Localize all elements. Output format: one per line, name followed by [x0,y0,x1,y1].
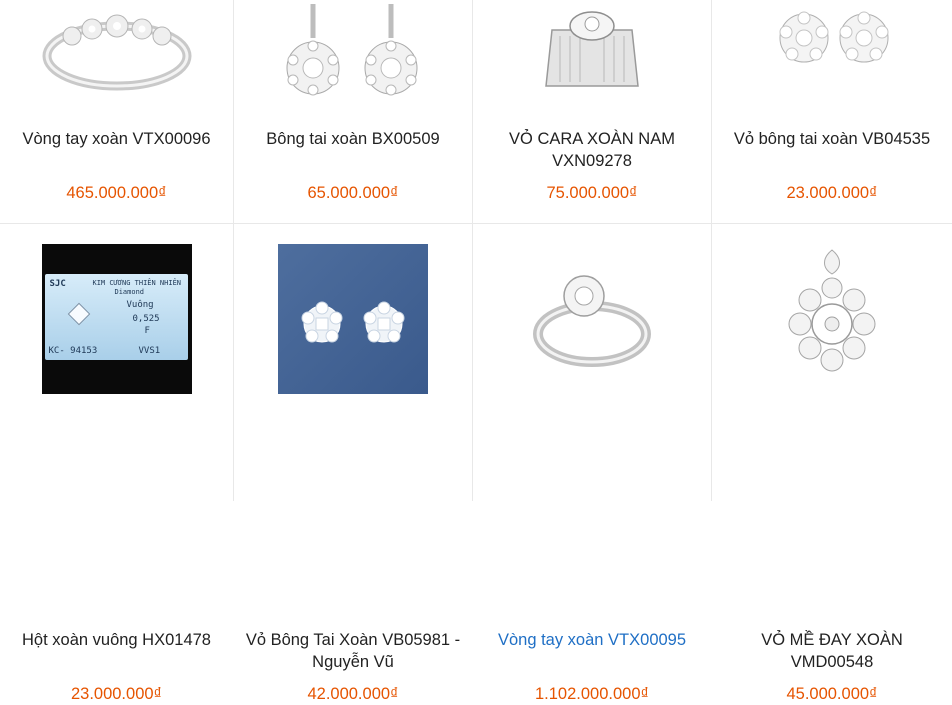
diamond-icon [67,302,90,326]
cert-brand: SJC [49,279,66,289]
product-price: 23.000.000₫ [786,184,878,202]
cert-subtitle: Diamond [114,288,145,296]
cert-weight: 0,525 [132,314,160,324]
cert-title: KIM CƯƠNG THIÊN NHIÊN [92,279,182,287]
product-name[interactable]: VỎ MỀ ĐAY XOÀN VMD00548 [718,629,946,673]
product-price: 1.102.000.000₫ [535,685,649,703]
product-card[interactable]: VỎ CARA XOÀN NAM VXN09278 75.000.000₫ [473,0,712,224]
product-card[interactable]: Vòng tay xoàn VTX00096 465.000.000₫ [0,0,234,224]
product-card[interactable]: VỎ MỀ ĐAY XOÀN VMD00548 45.000.000₫ [712,224,952,703]
cert-color: F [144,326,150,336]
product-card[interactable]: SJC KIM CƯƠNG THIÊN NHIÊN Diamond Vuông … [0,224,234,703]
product-card[interactable]: Vòng tay xoàn VTX00095 1.102.000.000₫ [473,224,712,703]
product-price: 23.000.000₫ [70,685,163,703]
certificate-card: SJC KIM CƯƠNG THIÊN NHIÊN Diamond Vuông … [44,274,188,360]
flower-earrings-icon[interactable] [712,0,952,112]
product-name[interactable]: VỎ CARA XOÀN NAM VXN09278 [479,128,705,172]
product-name[interactable]: Hột xoàn vuông HX01478 [6,629,227,651]
product-name[interactable]: Vòng tay xoàn VTX00096 [6,128,227,150]
product-price: 465.000.000₫ [66,184,167,202]
stud-earrings-icon[interactable] [234,244,472,394]
ring-icon[interactable] [473,244,711,394]
diamond-certificate-icon[interactable]: SJC KIM CƯƠNG THIÊN NHIÊN Diamond Vuông … [0,244,233,394]
product-price: 42.000.000₫ [307,685,399,703]
product-card[interactable]: Vỏ bông tai xoàn VB04535 23.000.000₫ [712,0,952,224]
product-card[interactable]: Bông tai xoàn BX00509 65.000.000₫ [234,0,473,224]
product-name[interactable]: Vỏ Bông Tai Xoàn VB05981 - Nguyễn Vũ [240,629,466,673]
product-price: 45.000.000₫ [786,685,878,703]
product-name[interactable]: Vỏ bông tai xoàn VB04535 [718,128,946,150]
mens-ring-icon[interactable] [473,0,711,112]
pendant-icon[interactable] [712,244,952,394]
bracelet-icon[interactable] [0,0,233,112]
cert-shape: Vuông [126,300,154,310]
product-price: 75.000.000₫ [546,184,638,202]
product-card[interactable]: Vỏ Bông Tai Xoàn VB05981 - Nguyễn Vũ 42.… [234,224,473,703]
product-name[interactable]: Vòng tay xoàn VTX00095 [479,629,705,651]
product-price: 65.000.000₫ [307,184,399,202]
drop-earrings-icon[interactable] [234,0,472,112]
product-name[interactable]: Bông tai xoàn BX00509 [240,128,466,150]
product-grid: Vòng tay xoàn VTX00096 465.000.000₫ Bông… [0,0,952,703]
cert-clarity: VVS1 [138,346,161,356]
cert-code: KC- 94153 [48,346,98,356]
